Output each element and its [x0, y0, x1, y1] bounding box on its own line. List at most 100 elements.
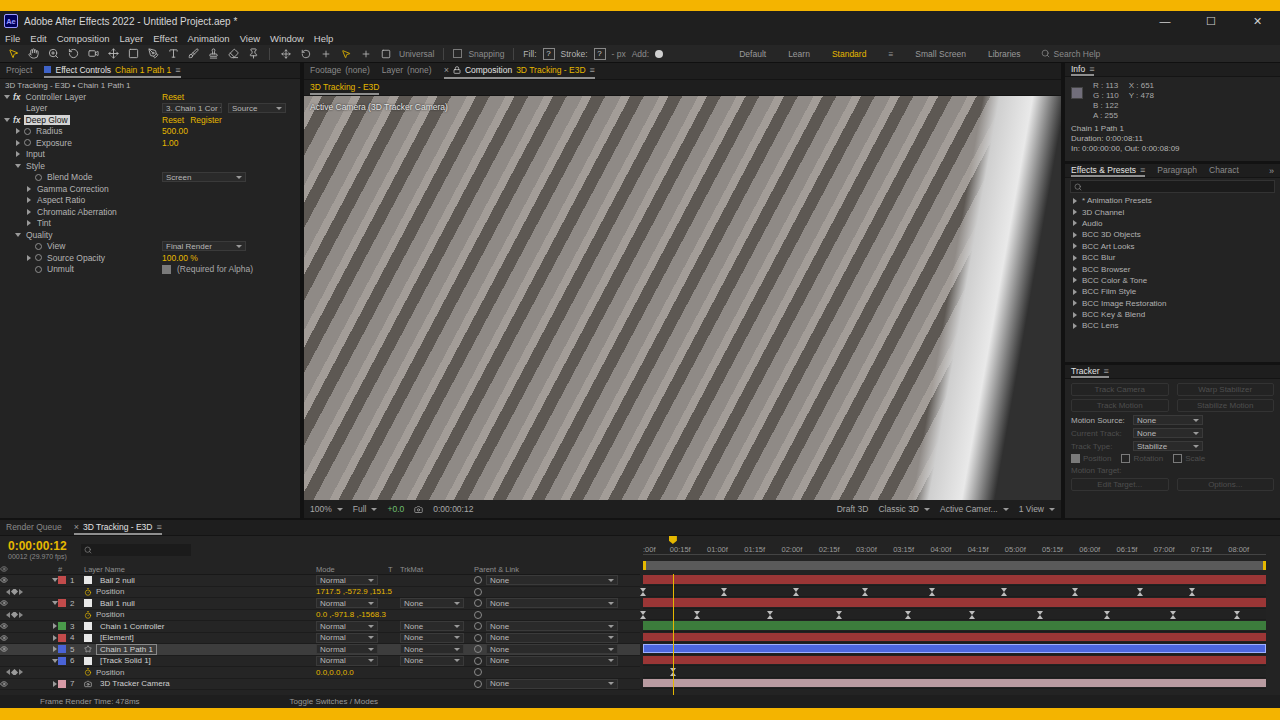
layer-row[interactable]: 5Chain 1 Path 1NormalNoneNone [0, 644, 640, 656]
expand-arrow-icon[interactable] [1073, 312, 1077, 318]
tool-button[interactable] [146, 47, 160, 61]
pick-whip-icon[interactable] [474, 657, 482, 665]
snapping-checkbox[interactable] [453, 49, 462, 58]
layer-duration-bar[interactable] [643, 598, 1266, 607]
keyframe-icon[interactable] [793, 588, 799, 596]
timeline-current-time[interactable]: 0:00:00:12 [8, 540, 67, 553]
effect-property-row[interactable]: Unmult(Required for Alpha) [0, 264, 300, 276]
stopwatch-icon[interactable] [35, 254, 42, 261]
workspace-tab[interactable]: Default [739, 49, 766, 59]
parent-dropdown[interactable]: None [486, 598, 618, 608]
panel-tab[interactable]: Project [6, 63, 32, 78]
tracker-action[interactable]: Options... [1177, 478, 1275, 491]
axis-tool-button[interactable] [359, 47, 373, 61]
menu-item[interactable]: Animation [187, 33, 229, 44]
expand-arrow-icon[interactable] [1073, 289, 1077, 295]
layer-name[interactable]: Chain 1 Path 1 [96, 644, 157, 655]
tracker-field[interactable]: Current Track:None [1071, 428, 1274, 438]
layer-label-color[interactable] [58, 622, 66, 630]
unmult-checkbox[interactable] [162, 265, 171, 274]
layer-label-color[interactable] [58, 599, 66, 607]
layer-dropdown[interactable]: Source [228, 103, 286, 113]
layer-bar-track[interactable] [643, 574, 1266, 586]
tool-button[interactable] [186, 47, 200, 61]
effect-category[interactable]: BCC Key & Blend [1065, 309, 1280, 320]
tabs-overflow[interactable]: » [1269, 166, 1274, 176]
lock-icon[interactable] [453, 66, 461, 74]
renderer-dropdown[interactable]: Classic 3D [878, 504, 930, 514]
layer-duration-bar[interactable] [643, 621, 1266, 630]
layer-bar-track[interactable] [643, 620, 1266, 632]
resolution-dropdown[interactable]: Full [353, 504, 378, 514]
close-tab-button[interactable]: × [444, 65, 449, 75]
effect-category[interactable]: BCC Film Style [1065, 286, 1280, 297]
tool-button[interactable] [66, 47, 80, 61]
layer-duration-bar[interactable] [643, 575, 1266, 584]
effect-property-row[interactable]: fxDeep GlowResetRegister [0, 114, 300, 126]
window-control[interactable]: — [1142, 11, 1188, 31]
mode-dropdown[interactable]: Normal [316, 575, 378, 585]
tool-button[interactable] [6, 47, 20, 61]
effect-action-link[interactable]: Reset [162, 92, 184, 102]
panel-tab[interactable]: Effect ControlsChain 1 Path 1≡ [44, 63, 180, 78]
expand-arrow-icon[interactable] [16, 151, 20, 157]
expand-arrow-icon[interactable] [1073, 300, 1077, 306]
workspace-tab[interactable]: Learn [788, 49, 810, 59]
expand-arrow-icon[interactable] [52, 578, 58, 582]
timeline-tab[interactable]: Render Queue [6, 520, 62, 535]
layer-label-color[interactable] [58, 576, 66, 584]
layer-bar-track[interactable] [643, 632, 1266, 644]
expand-arrow-icon[interactable] [53, 623, 57, 629]
pick-whip-icon[interactable] [474, 645, 482, 653]
layer-dropdown[interactable]: 3. Chain 1 Cor [162, 103, 222, 113]
exposure-value[interactable]: +0.0 [387, 504, 404, 514]
mode-dropdown[interactable]: Normal [316, 656, 378, 666]
effect-action-link[interactable]: Reset [162, 115, 184, 125]
panel-tab[interactable]: Info≡ [1071, 63, 1094, 76]
parent-dropdown[interactable]: None [486, 656, 618, 666]
expand-arrow-icon[interactable] [1073, 209, 1077, 215]
expand-arrow-icon[interactable] [1073, 266, 1077, 272]
keyframe-icon[interactable] [640, 588, 646, 596]
property-value[interactable]: 500.00 [162, 126, 188, 136]
tracker-button[interactable]: Stabilize Motion [1177, 399, 1275, 412]
fx-mark[interactable]: fx [13, 115, 21, 125]
workspace-tab[interactable]: Standard [832, 49, 867, 59]
layer-bar-track[interactable] [643, 678, 1266, 690]
layout-dropdown[interactable]: 1 View [1019, 504, 1055, 514]
keyframe-icon[interactable] [1189, 588, 1195, 596]
menu-item[interactable]: Window [270, 33, 304, 44]
property-row[interactable]: Position1717.5 ,-572.9 ,151.5 [0, 587, 640, 599]
expand-arrow-icon[interactable] [1073, 232, 1077, 238]
keyframe-icon[interactable] [1001, 588, 1007, 596]
expand-arrow-icon[interactable] [15, 233, 21, 237]
menu-item[interactable]: Help [314, 33, 334, 44]
panel-tab[interactable]: Paragraph [1157, 164, 1197, 177]
keyframe-navigator[interactable] [0, 612, 23, 618]
layer-label-color[interactable] [58, 680, 66, 688]
expand-arrow-icon[interactable] [16, 140, 20, 146]
effect-category[interactable]: BCC 3D Objects [1065, 229, 1280, 240]
work-area-bar[interactable] [643, 561, 1266, 570]
pick-whip-icon[interactable] [474, 588, 482, 596]
tool-button[interactable] [166, 47, 180, 61]
toggle-switches-modes[interactable]: Toggle Switches / Modes [290, 697, 379, 706]
effect-category[interactable]: Audio [1065, 218, 1280, 229]
tracker-button[interactable]: Track Motion [1071, 399, 1169, 412]
viewer-tab[interactable]: ×Composition 3D Tracking - E3D≡ [444, 63, 595, 79]
layer-row[interactable]: 6[Track Solid 1]NormalNoneNone [0, 656, 640, 668]
layer-bar-track[interactable] [643, 655, 1266, 667]
effect-category[interactable]: * Animation Presets [1065, 195, 1280, 206]
composition-viewer[interactable]: Active Camera (3D Tracker Camera) [304, 96, 1061, 500]
pick-whip-icon[interactable] [474, 611, 482, 619]
tracker-option[interactable]: Rotation [1121, 454, 1163, 463]
layer-duration-bar[interactable] [643, 679, 1266, 688]
expand-arrow-icon[interactable] [1073, 277, 1077, 283]
parent-dropdown[interactable]: None [486, 621, 618, 631]
tracker-option[interactable]: Position [1071, 454, 1111, 463]
column-header[interactable]: Mode [316, 565, 388, 574]
pick-whip-icon[interactable] [474, 599, 482, 607]
layer-search[interactable] [81, 544, 191, 556]
layer-duration-bar[interactable] [643, 656, 1266, 665]
property-value[interactable]: 1717.5 ,-572.9 ,151.5 [316, 587, 392, 596]
